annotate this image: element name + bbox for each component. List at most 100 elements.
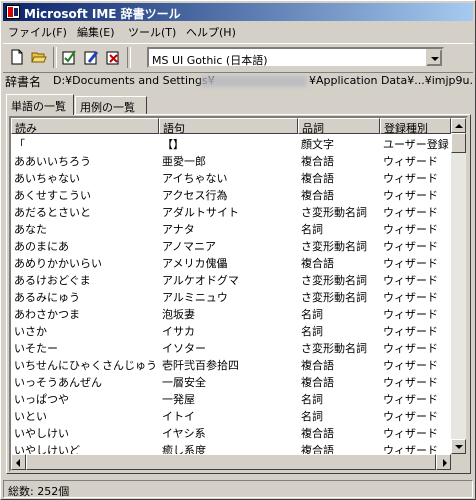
cell-phrase: アダルトサイト bbox=[162, 206, 239, 219]
cell-phrase: アクセス行為 bbox=[162, 189, 228, 202]
table-row[interactable]: あのまにあ アノマニア さ変形動名詞 ウィザード bbox=[11, 236, 451, 253]
open-file-icon[interactable] bbox=[29, 47, 49, 67]
dictionary-path-prefix: D:¥Documents and Settings¥ bbox=[53, 74, 215, 87]
table-row[interactable]: いさか イサカ 名詞 ウィザード bbox=[11, 321, 451, 338]
cell-phrase: 一層安全 bbox=[162, 376, 206, 389]
chevron-down-icon[interactable] bbox=[426, 49, 442, 66]
menu-edit[interactable]: 編集(E) bbox=[77, 24, 115, 40]
tab-example-list-label: 用例の一覧 bbox=[80, 101, 135, 114]
cell-phrase: 亜愛一郎 bbox=[162, 155, 206, 168]
cell-part-of-speech: 複合語 bbox=[301, 189, 334, 202]
cell-part-of-speech: さ変形動名詞 bbox=[301, 291, 367, 304]
table-row[interactable]: いやしけい イヤシ系 複合語 ウィザード bbox=[11, 423, 451, 440]
dictionary-path-suffix: ¥Application Data¥...¥imjp9u.dic bbox=[309, 74, 473, 87]
cell-reading: いっぱつや bbox=[14, 393, 69, 406]
cell-reading: いっそうあんぜん bbox=[14, 376, 102, 389]
tab-word-list[interactable]: 単語の一覧 bbox=[6, 94, 74, 115]
add-word-icon[interactable] bbox=[59, 47, 79, 67]
toolbar-separator bbox=[53, 47, 57, 68]
column-header-registration-type[interactable]: 登録種別 bbox=[380, 118, 451, 134]
cell-registration-type: ウィザード bbox=[383, 155, 438, 168]
cell-registration-type: ウィザード bbox=[383, 376, 438, 389]
scroll-left-button[interactable] bbox=[11, 454, 26, 470]
cell-reading: いやしけい bbox=[14, 427, 69, 440]
cell-part-of-speech: 複合語 bbox=[301, 359, 334, 372]
cell-phrase: アメリカ傀儡 bbox=[162, 257, 228, 270]
menu-tools[interactable]: ツール(T) bbox=[128, 24, 176, 40]
cell-phrase: イソター bbox=[162, 342, 206, 355]
table-row[interactable]: あだるとさいと アダルトサイト さ変形動名詞 ウィザード bbox=[11, 202, 451, 219]
delete-word-icon[interactable] bbox=[103, 47, 123, 67]
cell-registration-type: ウィザード bbox=[383, 172, 438, 185]
table-row[interactable]: いっぱつや 一発屋 名詞 ウィザード bbox=[11, 389, 451, 406]
status-panel: 総数: 252個 bbox=[3, 480, 473, 498]
scroll-up-button[interactable] bbox=[451, 118, 466, 133]
table-row[interactable]: いっそうあんぜん 一層安全 複合語 ウィザード bbox=[11, 372, 451, 389]
table-row[interactable]: あるけおどぐま アルケオドグマ さ変形動名詞 ウィザード bbox=[11, 270, 451, 287]
table-row[interactable]: いとい イトイ 名詞 ウィザード bbox=[11, 406, 451, 423]
cell-reading: あいちゃない bbox=[14, 172, 80, 185]
column-header-phrase[interactable]: 語句 bbox=[159, 118, 298, 134]
toolbar-separator bbox=[127, 47, 131, 68]
horizontal-scroll-thumb[interactable] bbox=[26, 454, 436, 470]
title-bar[interactable]: Microsoft IME 辞書ツール bbox=[3, 3, 473, 21]
menu-bar: ファイル(F) 編集(E) ツール(T) ヘルプ(H) bbox=[3, 22, 473, 41]
new-file-icon[interactable] bbox=[7, 47, 27, 67]
cell-registration-type: ウィザード bbox=[383, 240, 438, 253]
table-row[interactable]: あめりかかいらい アメリカ傀儡 複合語 ウィザード bbox=[11, 253, 451, 270]
column-header-reading[interactable]: 読み bbox=[11, 118, 159, 134]
scroll-right-button[interactable] bbox=[436, 454, 451, 470]
horizontal-scrollbar[interactable] bbox=[11, 454, 451, 470]
cell-registration-type: ウィザード bbox=[383, 325, 438, 338]
table-row[interactable]: あなた アナタ 名詞 ウィザード bbox=[11, 219, 451, 236]
scroll-corner bbox=[451, 454, 466, 470]
status-count: 総数: 252個 bbox=[8, 485, 70, 498]
vertical-scrollbar[interactable] bbox=[451, 118, 466, 454]
window-title: Microsoft IME 辞書ツール bbox=[24, 7, 181, 21]
word-list[interactable]: 読み 語句 品詞 登録種別 「【】 顔文字 ユーザー登録 ああいいちろう 亜愛一郎 複合語… bbox=[9, 116, 468, 472]
cell-part-of-speech: さ変形動名詞 bbox=[301, 240, 367, 253]
cell-reading: いさか bbox=[14, 325, 47, 338]
font-select[interactable]: MS UI Gothic (日本語) bbox=[147, 47, 444, 68]
dictionary-path: 辞書名 D:¥Documents and Settings¥ ¥Applicat… bbox=[3, 73, 473, 91]
table-row[interactable]: ああいいちろう 亜愛一郎 複合語 ウィザード bbox=[11, 151, 451, 168]
table-row[interactable]: いちせんにひゃくさんじゅうよん壱阡弐百参拾四 複合語 ウィザード bbox=[11, 355, 451, 372]
cell-part-of-speech: 名詞 bbox=[301, 325, 323, 338]
cell-part-of-speech: 名詞 bbox=[301, 308, 323, 321]
column-header-part-of-speech[interactable]: 品詞 bbox=[298, 118, 380, 134]
table-row[interactable]: 「 【】 顔文字 ユーザー登録 bbox=[11, 134, 451, 151]
cell-phrase: アイちゃない bbox=[162, 172, 228, 185]
table-row[interactable]: あわさかつま 泡坂妻 名詞 ウィザード bbox=[11, 304, 451, 321]
cell-part-of-speech: 複合語 bbox=[301, 427, 334, 440]
menu-help[interactable]: ヘルプ(H) bbox=[186, 24, 236, 40]
cell-reading: あのまにあ bbox=[14, 240, 69, 253]
cell-part-of-speech: さ変形動名詞 bbox=[301, 206, 367, 219]
cell-part-of-speech: 複合語 bbox=[301, 376, 334, 389]
cell-part-of-speech: 複合語 bbox=[301, 257, 334, 270]
scroll-down-button[interactable] bbox=[451, 439, 466, 454]
tab-word-list-label: 単語の一覧 bbox=[11, 100, 66, 113]
cell-reading: いちせんにひゃくさんじゅうよん bbox=[14, 359, 156, 372]
cell-registration-type: ウィザード bbox=[383, 291, 438, 304]
cell-registration-type: ウィザード bbox=[383, 427, 438, 440]
table-row[interactable]: あいちゃない アイちゃない 複合語 ウィザード bbox=[11, 168, 451, 185]
cell-registration-type: ウィザード bbox=[383, 274, 438, 287]
main-window: Microsoft IME 辞書ツール ファイル(F) 編集(E) ツール(T)… bbox=[0, 0, 476, 500]
table-row[interactable]: あるみにゅう アルミニュウ さ変形動名詞 ウィザード bbox=[11, 287, 451, 304]
cell-reading: あくせすこうい bbox=[14, 189, 91, 202]
cell-part-of-speech: 複合語 bbox=[301, 155, 334, 168]
cell-part-of-speech: 名詞 bbox=[301, 410, 323, 423]
menu-file[interactable]: ファイル(F) bbox=[8, 24, 67, 40]
edit-word-icon[interactable] bbox=[81, 47, 101, 67]
redacted-username bbox=[201, 76, 307, 87]
cell-reading: あるけおどぐま bbox=[14, 274, 91, 287]
font-select-value: MS UI Gothic (日本語) bbox=[152, 54, 268, 67]
vertical-scroll-thumb[interactable] bbox=[451, 133, 466, 153]
cell-reading: あるみにゅう bbox=[14, 291, 80, 304]
tab-example-list[interactable]: 用例の一覧 bbox=[75, 96, 147, 114]
cell-registration-type: ウィザード bbox=[383, 359, 438, 372]
cell-reading: ああいいちろう bbox=[14, 155, 91, 168]
table-row[interactable]: あくせすこうい アクセス行為 複合語 ウィザード bbox=[11, 185, 451, 202]
table-row[interactable]: いそたー イソター さ変形動名詞 ウィザード bbox=[11, 338, 451, 355]
cell-reading: あめりかかいらい bbox=[14, 257, 102, 270]
